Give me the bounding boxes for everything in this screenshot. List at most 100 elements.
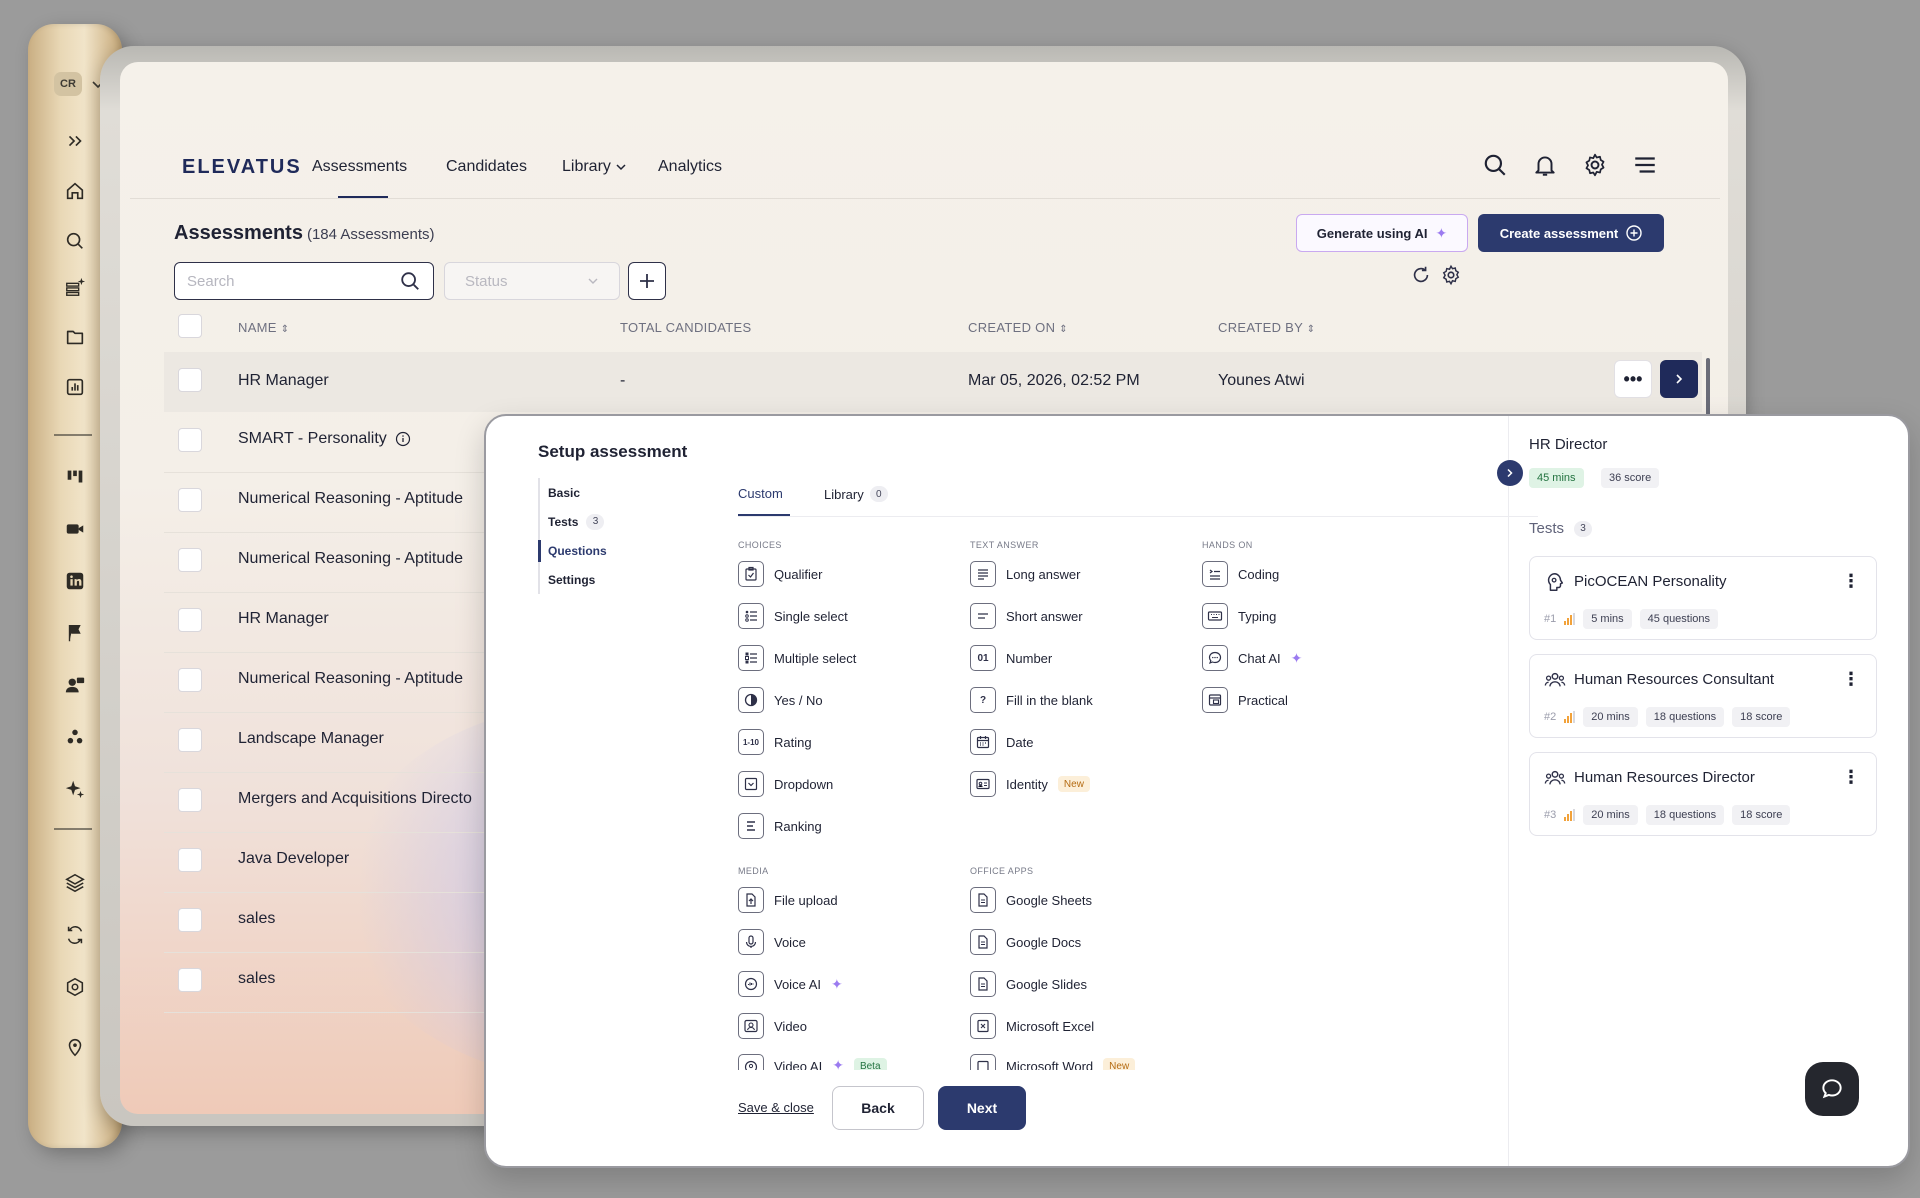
video-icon[interactable]: [62, 516, 88, 542]
more-vertical-icon[interactable]: ⋮: [1842, 571, 1860, 592]
question-type-ranking[interactable]: Ranking: [738, 812, 822, 840]
question-type-file-upload[interactable]: File upload: [738, 886, 838, 914]
workspace-badge[interactable]: CR: [54, 72, 82, 96]
test-card[interactable]: PicOCEAN Personality ⋮ #1 5 mins 45 ques…: [1529, 556, 1877, 640]
row-more-button[interactable]: •••: [1614, 360, 1652, 398]
table-settings-icon[interactable]: [1440, 264, 1464, 288]
users-chat-icon[interactable]: [62, 672, 88, 698]
step-basic[interactable]: Basic: [540, 478, 678, 507]
bell-icon[interactable]: [1532, 152, 1560, 180]
test-card[interactable]: Human Resources Consultant ⋮ #2 20 mins …: [1529, 654, 1877, 738]
row-checkbox[interactable]: [178, 548, 202, 572]
question-type-voice-ai[interactable]: Voice AI ✦: [738, 970, 843, 998]
tab-custom[interactable]: Custom: [738, 486, 783, 501]
cluster-icon[interactable]: [62, 724, 88, 750]
search-icon[interactable]: [1482, 152, 1510, 180]
linkedin-icon[interactable]: [62, 568, 88, 594]
row-checkbox[interactable]: [178, 668, 202, 692]
location-icon[interactable]: [62, 1034, 88, 1060]
question-type-long-answer[interactable]: Long answer: [970, 560, 1080, 588]
layers-icon[interactable]: [62, 870, 88, 896]
question-type-google-docs[interactable]: Google Docs: [970, 928, 1081, 956]
table-row-name[interactable]: Java Developer: [238, 850, 349, 868]
step-settings[interactable]: Settings: [540, 565, 678, 594]
row-checkbox[interactable]: [178, 848, 202, 872]
question-type-date[interactable]: Date: [970, 728, 1033, 756]
help-chat-button[interactable]: [1805, 1062, 1859, 1116]
question-type-fill-blank[interactable]: ? Fill in the blank: [970, 686, 1093, 714]
add-filter-button[interactable]: [628, 262, 666, 300]
question-type-dropdown[interactable]: Dropdown: [738, 770, 833, 798]
search-icon[interactable]: [62, 228, 88, 254]
table-row-name[interactable]: HR Manager: [238, 610, 329, 628]
elevatus-logo[interactable]: ELEVATUS: [182, 156, 302, 179]
question-type-voice[interactable]: Voice: [738, 928, 806, 956]
ai-list-icon[interactable]: [62, 274, 88, 300]
menu-icon[interactable]: [1632, 152, 1660, 180]
table-row-name[interactable]: Landscape Manager: [238, 730, 384, 748]
question-type-video[interactable]: Video: [738, 1012, 807, 1040]
nav-candidates[interactable]: Candidates: [446, 158, 527, 176]
analytics-icon[interactable]: [62, 374, 88, 400]
create-assessment-button[interactable]: Create assessment: [1478, 214, 1664, 252]
table-row-name[interactable]: Numerical Reasoning - Aptitude: [238, 550, 463, 568]
next-button[interactable]: Next: [938, 1086, 1026, 1130]
table-row-name[interactable]: sales: [238, 970, 275, 988]
question-type-chat-ai[interactable]: Chat AI ✦: [1202, 644, 1302, 672]
row-checkbox[interactable]: [178, 488, 202, 512]
gear-icon[interactable]: [1582, 152, 1610, 180]
row-checkbox[interactable]: [178, 908, 202, 932]
nav-assessments[interactable]: Assessments: [312, 158, 407, 176]
folder-icon[interactable]: [62, 324, 88, 350]
info-icon[interactable]: [395, 431, 411, 447]
header-created-by[interactable]: CREATED BY ⇕: [1218, 320, 1315, 335]
question-type-qualifier[interactable]: Qualifier: [738, 560, 822, 588]
table-scrollbar[interactable]: [1706, 358, 1710, 418]
row-checkbox[interactable]: [178, 608, 202, 632]
search-icon[interactable]: [399, 270, 421, 292]
row-checkbox[interactable]: [178, 728, 202, 752]
select-all-checkbox[interactable]: [178, 314, 202, 338]
row-checkbox[interactable]: [178, 428, 202, 452]
more-vertical-icon[interactable]: ⋮: [1842, 767, 1860, 788]
row-checkbox[interactable]: [178, 788, 202, 812]
nav-library[interactable]: Library: [562, 158, 627, 176]
table-row-name[interactable]: HR Manager: [238, 372, 329, 390]
collapse-panel-button[interactable]: [1497, 460, 1523, 486]
home-icon[interactable]: [62, 178, 88, 204]
question-type-practical[interactable]: Practical: [1202, 686, 1288, 714]
question-type-rating[interactable]: 1-10 Rating: [738, 728, 812, 756]
nav-analytics[interactable]: Analytics: [658, 158, 722, 176]
question-type-short-answer[interactable]: Short answer: [970, 602, 1083, 630]
header-created-on[interactable]: CREATED ON ⇕: [968, 320, 1068, 335]
question-type-coding[interactable]: Coding: [1202, 560, 1279, 588]
question-type-identity[interactable]: Identity New: [970, 770, 1090, 798]
question-type-number[interactable]: 01 Number: [970, 644, 1052, 672]
step-tests[interactable]: Tests 3: [540, 507, 678, 536]
refresh-icon[interactable]: [1410, 264, 1434, 288]
question-type-video-ai[interactable]: Video AI ✦ Beta: [738, 1054, 887, 1070]
step-questions[interactable]: Questions: [538, 536, 678, 565]
back-button[interactable]: Back: [832, 1086, 924, 1130]
sparkles-icon[interactable]: [62, 776, 88, 802]
save-close-link[interactable]: Save & close: [738, 1100, 814, 1115]
table-row-name[interactable]: Numerical Reasoning - Aptitude: [238, 490, 463, 508]
kanban-icon[interactable]: [62, 464, 88, 490]
table-row-name[interactable]: SMART - Personality: [238, 430, 411, 448]
question-type-google-sheets[interactable]: Google Sheets: [970, 886, 1092, 914]
question-type-single-select[interactable]: Single select: [738, 602, 848, 630]
hexagon-settings-icon[interactable]: [62, 974, 88, 1000]
table-row-name[interactable]: sales: [238, 910, 275, 928]
question-type-yes-no[interactable]: Yes / No: [738, 686, 823, 714]
question-type-microsoft-word[interactable]: Microsoft Word New: [970, 1054, 1136, 1070]
expand-icon[interactable]: [62, 128, 88, 154]
header-name[interactable]: NAME ⇕: [238, 320, 289, 335]
search-field[interactable]: [174, 262, 434, 300]
tab-library[interactable]: Library 0: [824, 486, 888, 502]
table-row-name[interactable]: Numerical Reasoning - Aptitude: [238, 670, 463, 688]
row-checkbox[interactable]: [178, 368, 202, 392]
question-type-microsoft-excel[interactable]: Microsoft Excel: [970, 1012, 1094, 1040]
table-row-name[interactable]: Mergers and Acquisitions Directo: [238, 790, 472, 808]
question-type-multiple-select[interactable]: Multiple select: [738, 644, 856, 672]
question-type-typing[interactable]: Typing: [1202, 602, 1276, 630]
